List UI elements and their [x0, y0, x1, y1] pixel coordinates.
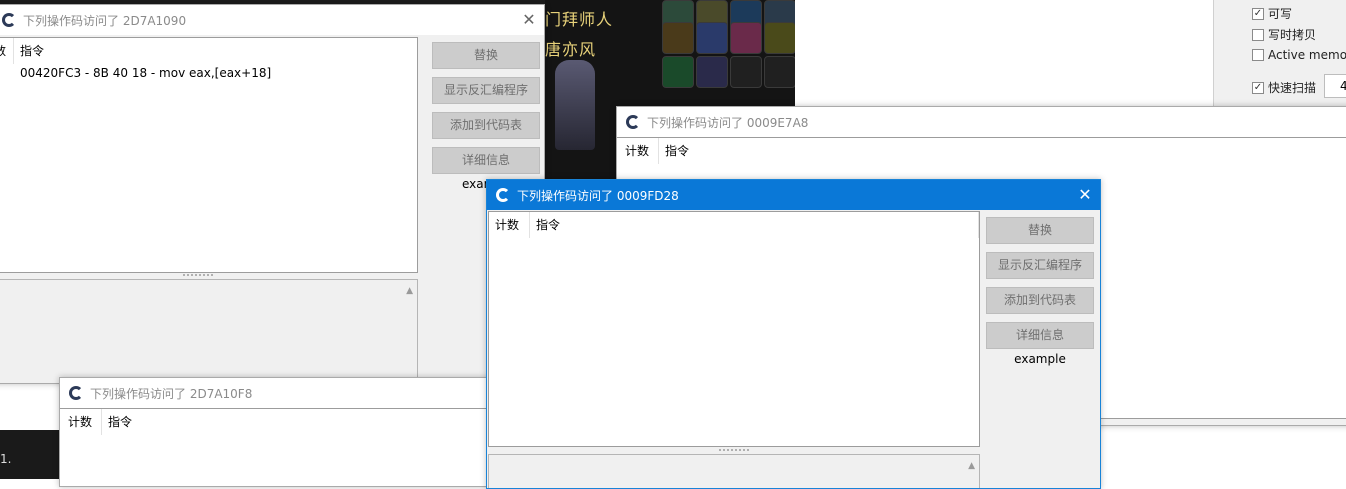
cheat-engine-icon [1, 12, 17, 28]
close-icon[interactable]: ✕ [514, 5, 544, 35]
item-slot-icon [662, 56, 694, 88]
close-icon[interactable]: ✕ [1070, 180, 1100, 210]
active-memory-checkbox[interactable]: Active memor [1252, 48, 1346, 62]
window-opcode-access-2d7a10f8: 下列操作码访问了 2D7A10F8 计数 指令 [59, 377, 499, 487]
window-title: 下列操作码访问了 0009E7A8 [647, 115, 809, 130]
item-slot-icon [696, 22, 728, 54]
example-label: example [1014, 352, 1066, 366]
window-opcode-access-0009fd28: 下列操作码访问了 0009FD28 ✕ 计数 指令 ▲ 替换 显示反汇编程序 添… [486, 179, 1101, 489]
column-header-count[interactable]: 计数 [489, 212, 530, 238]
item-slot-icon [764, 22, 795, 54]
checkbox-checked-icon: ✓ [1252, 7, 1264, 20]
item-slot-icon [764, 56, 795, 88]
cheat-engine-icon [625, 114, 641, 130]
show-disassembler-button[interactable]: 显示反汇编程序 [432, 77, 540, 104]
show-disassembler-button[interactable]: 显示反汇编程序 [986, 252, 1094, 279]
detail-memo[interactable]: ▲ [488, 454, 980, 488]
cheat-engine-icon [68, 385, 84, 401]
scroll-up-icon[interactable]: ▲ [968, 461, 975, 471]
column-header-count[interactable]: 计数 [62, 409, 102, 435]
add-to-codelist-button[interactable]: 添加到代码表 [986, 287, 1094, 314]
replace-button[interactable]: 替换 [432, 42, 540, 69]
item-slot-icon [730, 22, 762, 54]
window-opcode-access-2d7a1090: 下列操作码访问了 2D7A1090 ✕ 数 指令 00420FC3 - 8B 4… [0, 4, 545, 384]
window-title: 下列操作码访问了 2D7A10F8 [90, 386, 253, 401]
window-title: 下列操作码访问了 2D7A1090 [23, 13, 187, 28]
character-figure [555, 60, 595, 150]
copy-on-write-checkbox[interactable]: 写时拷贝 [1252, 26, 1316, 43]
window-titlebar[interactable]: 下列操作码访问了 0009FD28 ✕ [487, 180, 1100, 210]
window-titlebar[interactable]: 下列操作码访问了 2D7A10F8 [60, 378, 498, 408]
checkbox-checked-icon: ✓ [1252, 81, 1264, 94]
ce-main-panel: ✓ 可写 写时拷贝 Active memor ✓ 快速扫描 4 [1213, 0, 1346, 106]
cheat-engine-icon [495, 187, 511, 203]
replace-button[interactable]: 替换 [986, 217, 1094, 244]
writable-checkbox[interactable]: ✓ 可写 [1252, 5, 1292, 22]
game-text-master: 门拜师人 [545, 10, 614, 29]
instruction-list[interactable]: 数 指令 00420FC3 - 8B 40 18 - mov eax,[eax+… [0, 37, 418, 273]
more-info-button[interactable]: 详细信息 [986, 322, 1094, 349]
checkbox-icon [1252, 49, 1264, 61]
item-slot-icon [730, 56, 762, 88]
window-title: 下列操作码访问了 0009FD28 [517, 188, 679, 203]
instruction-list[interactable]: 计数 指令 [60, 408, 498, 486]
scroll-up-icon[interactable]: ▲ [406, 286, 413, 296]
detail-memo[interactable]: ▲ [0, 279, 418, 383]
more-info-button[interactable]: 详细信息 [432, 147, 540, 174]
column-header-count[interactable]: 计数 [619, 138, 659, 164]
column-header-instruction[interactable]: 指令 [102, 409, 302, 435]
add-to-codelist-button[interactable]: 添加到代码表 [432, 112, 540, 139]
instruction-list[interactable]: 计数 指令 [488, 211, 980, 447]
column-header-instruction[interactable]: 指令 [14, 38, 414, 64]
splitter-grip[interactable] [183, 274, 213, 277]
list-item[interactable]: 00420FC3 - 8B 40 18 - mov eax,[eax+18] [20, 66, 271, 80]
column-header-instruction[interactable]: 指令 [659, 138, 859, 164]
fast-scan-checkbox[interactable]: ✓ 快速扫描 [1252, 79, 1316, 96]
window-titlebar[interactable]: 下列操作码访问了 2D7A1090 ✕ [0, 5, 544, 35]
game-text-name: 唐亦风 [545, 40, 597, 59]
window-titlebar[interactable]: 下列操作码访问了 0009E7A8 [617, 107, 1346, 137]
fast-scan-alignment-field[interactable]: 4 [1324, 74, 1346, 98]
item-slot-icon [662, 22, 694, 54]
background-text: 1. [0, 452, 12, 466]
background-corner: 1. [0, 430, 60, 479]
item-slot-icon [696, 56, 728, 88]
checkbox-icon [1252, 28, 1264, 41]
column-header-count[interactable]: 数 [0, 38, 14, 64]
splitter-grip[interactable] [719, 449, 749, 452]
column-header-instruction[interactable]: 指令 [530, 212, 979, 238]
